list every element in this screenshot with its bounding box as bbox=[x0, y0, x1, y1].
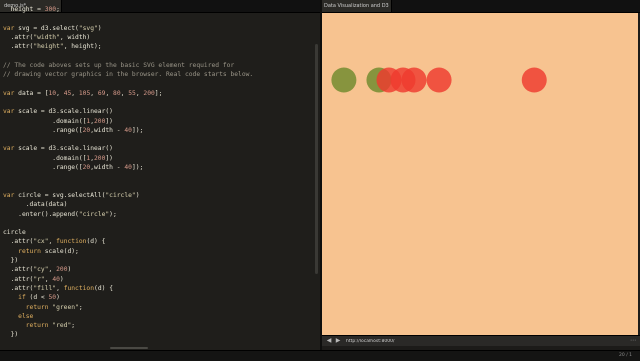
svg-canvas bbox=[322, 13, 638, 335]
code-line[interactable]: else bbox=[3, 312, 315, 321]
code-line[interactable]: .attr("cy", 200) bbox=[3, 265, 315, 274]
data-circle bbox=[426, 67, 452, 93]
forward-arrow-icon[interactable]: ▶ bbox=[334, 337, 342, 345]
code-line[interactable]: }) bbox=[3, 256, 315, 265]
data-circle bbox=[401, 67, 427, 93]
code-area[interactable]: height = 300; var svg = d3.select("svg")… bbox=[3, 5, 315, 347]
code-line[interactable]: .domain([1,200]) bbox=[3, 117, 315, 126]
code-line[interactable]: .domain([1,200]) bbox=[3, 154, 315, 163]
code-line[interactable]: .attr("height", height); bbox=[3, 42, 315, 51]
code-line[interactable]: if (d < 50) bbox=[3, 293, 315, 302]
code-line[interactable] bbox=[3, 219, 315, 228]
code-line[interactable]: return "red"; bbox=[3, 321, 315, 330]
editor-vertical-scrollbar[interactable] bbox=[315, 44, 318, 274]
editor-horizontal-scrollbar[interactable] bbox=[110, 347, 148, 349]
code-line[interactable]: var circle = svg.selectAll("circle") bbox=[3, 191, 315, 200]
data-circle bbox=[521, 67, 547, 93]
code-line[interactable]: .data(data) bbox=[3, 200, 315, 209]
preview-tab-bar: Data Visualization and D3 bbox=[322, 0, 640, 13]
browser-preview: Data Visualization and D3 ◀ ▶ ⋯ bbox=[322, 0, 640, 350]
circle-visualization bbox=[331, 67, 547, 93]
code-line[interactable]: // The code aboves sets up the basic SVG… bbox=[3, 61, 315, 70]
code-line[interactable] bbox=[3, 51, 315, 60]
code-line[interactable]: // drawing vector graphics in the browse… bbox=[3, 70, 315, 79]
browser-menu-icon[interactable]: ⋯ bbox=[630, 337, 636, 345]
back-arrow-icon[interactable]: ◀ bbox=[325, 337, 333, 345]
code-line[interactable]: .enter().append("circle"); bbox=[3, 210, 315, 219]
code-line[interactable]: .range([20,width - 40]); bbox=[3, 163, 315, 172]
code-line[interactable]: return "green"; bbox=[3, 303, 315, 312]
code-line[interactable]: .attr("cx", function(d) { bbox=[3, 237, 315, 246]
code-line[interactable]: .attr("fill", function(d) { bbox=[3, 284, 315, 293]
code-line[interactable]: var data = [10, 45, 105, 69, 80, 55, 200… bbox=[3, 89, 315, 98]
code-line[interactable]: var scale = d3.scale.linear() bbox=[3, 107, 315, 116]
code-line[interactable]: .attr("width", width) bbox=[3, 33, 315, 42]
code-editor[interactable]: demo.js* height = 300; var svg = d3.sele… bbox=[0, 0, 320, 360]
code-line[interactable]: }) bbox=[3, 330, 315, 339]
code-line[interactable] bbox=[3, 98, 315, 107]
url-input[interactable] bbox=[346, 337, 466, 345]
code-line[interactable]: circle bbox=[3, 228, 315, 237]
data-circle bbox=[331, 67, 357, 93]
data-circle bbox=[376, 67, 402, 93]
tab-data-visualization[interactable]: Data Visualization and D3 bbox=[322, 0, 392, 12]
code-line[interactable]: var scale = d3.scale.linear() bbox=[3, 144, 315, 153]
browser-address-bar: ◀ ▶ ⋯ bbox=[322, 335, 640, 346]
code-line[interactable] bbox=[3, 182, 315, 191]
code-line[interactable]: var svg = d3.select("svg") bbox=[3, 24, 315, 33]
code-line[interactable] bbox=[3, 135, 315, 144]
code-line[interactable]: .range([20,width - 40]); bbox=[3, 126, 315, 135]
code-line[interactable]: height = 300; bbox=[3, 5, 315, 14]
code-line[interactable] bbox=[3, 79, 315, 88]
code-line[interactable] bbox=[3, 172, 315, 181]
status-bar: 20 / 1 bbox=[0, 350, 640, 361]
code-line[interactable] bbox=[3, 14, 315, 23]
code-line[interactable]: return scale(d); bbox=[3, 247, 315, 256]
code-line[interactable]: .attr("r", 40) bbox=[3, 275, 315, 284]
